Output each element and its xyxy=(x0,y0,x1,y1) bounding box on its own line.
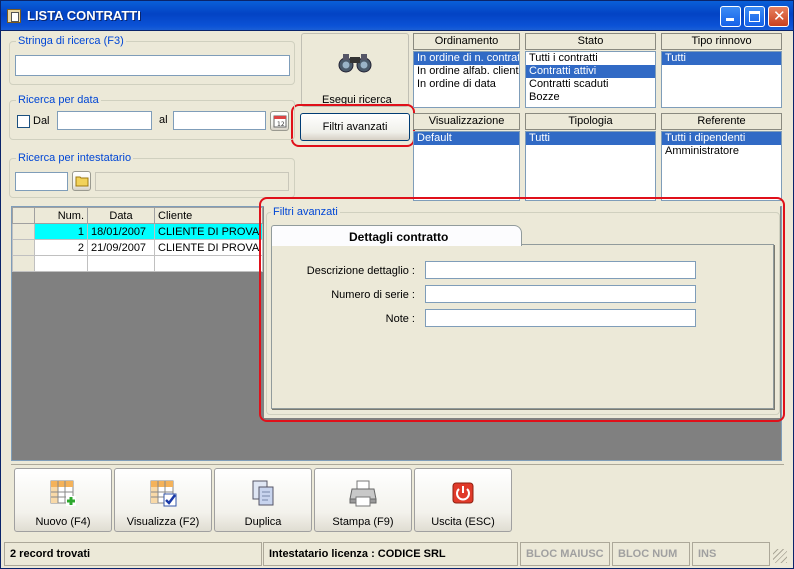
highlight-advanced-panel xyxy=(259,197,785,422)
view-button[interactable]: Visualizza (F2) xyxy=(114,468,212,532)
list-item[interactable]: Contratti attivi xyxy=(526,65,655,78)
duplicate-button-label: Duplica xyxy=(244,516,282,528)
exit-button-label: Uscita (ESC) xyxy=(431,516,495,528)
date-from-label: Dal xyxy=(33,115,50,127)
date-to-label: al xyxy=(159,114,168,126)
ordinamento-list[interactable]: In ordine di n. contratto In ordine alfa… xyxy=(413,51,520,108)
close-button[interactable]: ✕ xyxy=(768,6,789,27)
row-indicator xyxy=(12,255,35,272)
referente-list[interactable]: Tutti i dipendenti Amministratore xyxy=(661,131,782,201)
add-grid-icon xyxy=(50,480,76,506)
cell-empty[interactable] xyxy=(34,255,88,272)
svg-text:12: 12 xyxy=(277,121,285,128)
maximize-button[interactable] xyxy=(744,6,765,27)
cell-num[interactable]: 2 xyxy=(34,239,88,256)
tipologia-list[interactable]: Tutti xyxy=(525,131,656,201)
title-bar[interactable]: LISTA CONTRATTI ✕ xyxy=(1,1,793,31)
calendar-button[interactable]: 12 xyxy=(270,111,289,131)
holder-code-input[interactable] xyxy=(15,172,68,191)
date-search-group-label: Ricerca per data xyxy=(16,94,101,106)
list-item[interactable]: In ordine di n. contratto xyxy=(414,52,519,65)
execute-search-button[interactable]: Esegui ricerca xyxy=(301,33,409,107)
highlight-advanced-button xyxy=(291,104,415,147)
list-item[interactable]: In ordine alfab. cliente xyxy=(414,65,519,78)
table-row[interactable]: 2 21/09/2007 CLIENTE DI PROVA xyxy=(12,239,264,256)
view-grid-icon xyxy=(150,480,177,507)
list-item[interactable]: Tutti xyxy=(526,132,655,145)
view-button-label: Visualizza (F2) xyxy=(126,516,200,528)
cell-client[interactable]: CLIENTE DI PROVA xyxy=(153,239,264,256)
main-window: LISTA CONTRATTI ✕ Stringa di ricerca (F3… xyxy=(0,0,794,569)
search-group-label: Stringa di ricerca (F3) xyxy=(16,35,126,47)
exit-button[interactable]: Uscita (ESC) xyxy=(414,468,512,532)
holder-name-field xyxy=(95,172,289,191)
tipo-rinnovo-header: Tipo rinnovo xyxy=(661,33,782,50)
list-item[interactable]: Bozze xyxy=(526,91,655,104)
folder-icon xyxy=(75,176,89,187)
date-from-input[interactable] xyxy=(57,111,152,130)
column-header-date[interactable]: Data xyxy=(87,207,155,224)
cell-empty[interactable] xyxy=(153,255,264,272)
row-indicator xyxy=(12,239,35,256)
cell-empty[interactable] xyxy=(87,255,155,272)
new-button-label: Nuovo (F4) xyxy=(35,516,91,528)
calendar-icon: 12 xyxy=(273,115,287,128)
print-button[interactable]: Stampa (F9) xyxy=(314,468,412,532)
close-icon: ✕ xyxy=(773,8,786,25)
stato-header: Stato xyxy=(525,33,656,50)
visualizzazione-header: Visualizzazione xyxy=(413,113,520,130)
tipo-rinnovo-list[interactable]: Tutti xyxy=(661,51,782,108)
search-input[interactable] xyxy=(15,55,290,76)
referente-header: Referente xyxy=(661,113,782,130)
list-item[interactable]: Contratti scaduti xyxy=(526,78,655,91)
status-license: Intestatario licenza : CODICE SRL xyxy=(263,542,518,566)
cell-date[interactable]: 18/01/2007 xyxy=(87,223,155,240)
column-header-client[interactable]: Cliente xyxy=(153,207,264,224)
date-filter-checkbox[interactable] xyxy=(17,115,30,128)
status-records: 2 record trovati xyxy=(4,542,262,566)
column-header-num[interactable]: Num. xyxy=(34,207,88,224)
date-to-input[interactable] xyxy=(173,111,266,130)
grid-corner xyxy=(12,207,35,224)
table-row[interactable]: 1 18/01/2007 CLIENTE DI PROVA xyxy=(12,223,264,240)
holder-search-group-label: Ricerca per intestatario xyxy=(16,152,134,164)
holder-browse-button[interactable] xyxy=(72,171,91,191)
cell-date[interactable]: 21/09/2007 xyxy=(87,239,155,256)
list-item[interactable]: Default xyxy=(414,132,519,145)
status-insert: INS xyxy=(692,542,770,566)
minimize-button[interactable] xyxy=(720,6,741,27)
stato-list[interactable]: Tutti i contratti Contratti attivi Contr… xyxy=(525,51,656,108)
tipologia-header: Tipologia xyxy=(525,113,656,130)
cell-client[interactable]: CLIENTE DI PROVA xyxy=(153,223,264,240)
list-item[interactable]: Amministratore xyxy=(662,145,781,158)
cell-num[interactable]: 1 xyxy=(34,223,88,240)
list-item[interactable]: Tutti xyxy=(662,52,781,65)
table-row-empty[interactable] xyxy=(12,255,264,272)
maximize-icon xyxy=(749,11,760,22)
window-title: LISTA CONTRATTI xyxy=(27,8,141,23)
row-indicator xyxy=(12,223,35,240)
minimize-icon xyxy=(726,18,734,21)
resize-grip-icon[interactable] xyxy=(773,549,787,563)
binoculars-icon xyxy=(338,54,372,73)
print-button-label: Stampa (F9) xyxy=(332,516,394,528)
printer-icon xyxy=(349,480,377,507)
list-item[interactable]: In ordine di data xyxy=(414,78,519,91)
new-button[interactable]: Nuovo (F4) xyxy=(14,468,112,532)
status-caps-lock: BLOC MAIUSC xyxy=(520,542,610,566)
app-icon xyxy=(7,9,21,23)
ordinamento-header: Ordinamento xyxy=(413,33,520,50)
duplicate-button[interactable]: Duplica xyxy=(214,468,312,532)
list-item[interactable]: Tutti i contratti xyxy=(526,52,655,65)
power-icon xyxy=(452,482,474,504)
status-num-lock: BLOC NUM xyxy=(612,542,690,566)
visualizzazione-list[interactable]: Default xyxy=(413,131,520,201)
duplicate-icon xyxy=(252,480,274,506)
list-item[interactable]: Tutti i dipendenti xyxy=(662,132,781,145)
